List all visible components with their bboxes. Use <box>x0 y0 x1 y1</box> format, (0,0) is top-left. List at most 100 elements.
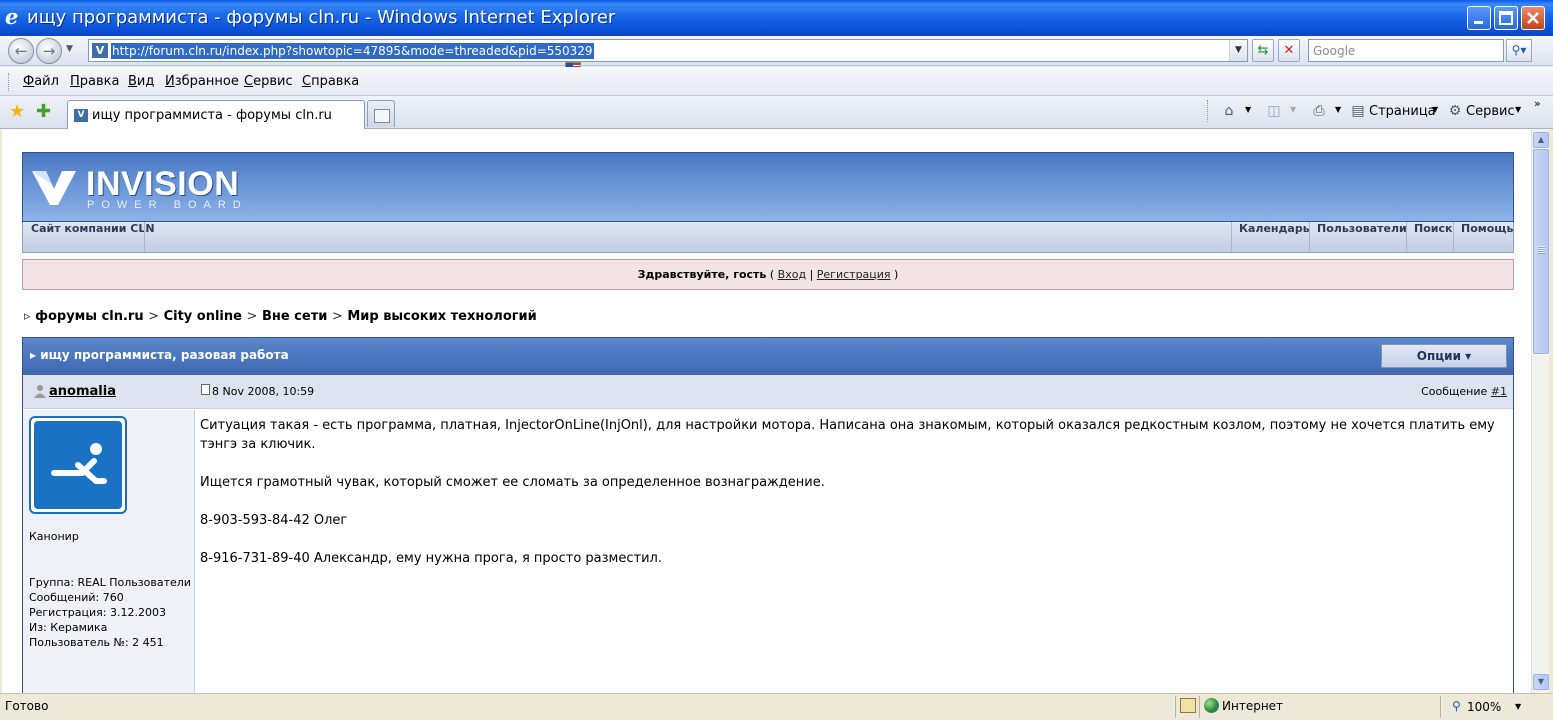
arrow-left-icon: ← <box>14 42 28 60</box>
paren-open: ( <box>769 268 775 281</box>
scroll-down-icon[interactable]: ▼ <box>1533 674 1549 690</box>
back-button[interactable]: ← <box>8 38 34 64</box>
page-menu[interactable]: Страница <box>1369 104 1436 119</box>
forward-button[interactable]: → <box>36 38 62 64</box>
home-icon[interactable]: ⌂ <box>1221 103 1237 119</box>
menu-view[interactable]: Вид <box>128 74 154 89</box>
nav-cln-site-link[interactable]: Сайт компании CLN <box>25 222 161 252</box>
search-button[interactable]: ⚲▾ <box>1506 39 1532 62</box>
ie-logo-icon: e <box>5 4 19 29</box>
nav-divider <box>1453 222 1454 252</box>
page-content: INVISION POWER BOARD Сайт компании CLN К… <box>0 129 1531 693</box>
topic-title: ▸ ищу программиста, разовая работа <box>30 348 289 362</box>
nav-help-link[interactable]: Помощь <box>1455 222 1519 252</box>
tools-menu[interactable]: Сервис <box>1466 104 1515 119</box>
add-favorite-icon[interactable]: ✚ <box>36 101 51 122</box>
rss-feed-icon[interactable]: ◫ <box>1266 103 1282 119</box>
close-button[interactable] <box>1521 6 1545 30</box>
login-link[interactable]: Вход <box>778 268 806 281</box>
tab-favicon-icon: V <box>74 109 88 122</box>
menu-tools[interactable]: Сервис <box>244 74 293 89</box>
address-field[interactable]: V http://forum.cln.ru/index.php?showtopi… <box>88 39 1248 62</box>
post-author[interactable]: anomalia <box>49 384 116 399</box>
logo-subtext: POWER BOARD <box>87 199 248 211</box>
avatar-figure-icon <box>51 443 107 484</box>
scroll-up-icon[interactable]: ▲ <box>1533 132 1549 148</box>
scroll-thumb[interactable] <box>1533 149 1549 354</box>
maximize-button[interactable] <box>1494 6 1518 30</box>
breadcrumb-hitech[interactable]: Мир высоких технологий <box>347 309 536 324</box>
post-date: 8 Nov 2008, 10:59 <box>212 385 315 398</box>
user-details: Группа: REAL Пользователи Сообщений: 760… <box>29 575 191 650</box>
user-info-column: Канонир Группа: REAL Пользователи Сообще… <box>23 410 195 693</box>
site-favicon-icon: V <box>92 43 108 58</box>
forum-header: INVISION POWER BOARD <box>22 152 1514 222</box>
globe-icon <box>1204 698 1219 713</box>
home-dropdown-icon[interactable]: ▼ <box>1245 105 1251 114</box>
post-number-link[interactable]: #1 <box>1491 385 1507 398</box>
zoom-icon: ⚲ <box>1452 699 1461 713</box>
menu-favorites[interactable]: Избранное <box>165 74 239 89</box>
page-dropdown-icon[interactable]: ▼ <box>1432 105 1438 114</box>
menu-help[interactable]: Справка <box>302 74 359 89</box>
nav-search-link[interactable]: Поиск <box>1408 222 1458 252</box>
user-messages: Сообщений: 760 <box>29 591 124 604</box>
tab-bar: ★ ✚ V ищу программиста - форумы cln.ru ⌂… <box>0 96 1553 129</box>
welcome-divider: | <box>809 268 814 281</box>
post-paragraph: Ищется грамотный чувак, который сможет е… <box>200 475 825 490</box>
arrow-right-icon: → <box>42 42 56 60</box>
status-divider <box>1440 696 1441 718</box>
breadcrumb-city-online[interactable]: City online <box>164 309 242 324</box>
post-paragraph: 8-903-593-84-42 Олег <box>200 513 348 528</box>
status-bar: Готово Интернет ⚲ 100% ▼ <box>0 693 1553 720</box>
print-dropdown-icon[interactable]: ▼ <box>1335 105 1341 114</box>
menu-edit[interactable]: Правка <box>70 74 119 89</box>
zoom-dropdown-icon[interactable]: ▼ <box>1515 702 1521 711</box>
user-group: Группа: REAL Пользователи <box>29 576 191 589</box>
stop-button[interactable]: ✕ <box>1278 39 1300 62</box>
search-input[interactable]: Google <box>1308 39 1504 62</box>
user-registered: Регистрация: 3.12.2003 <box>29 606 166 619</box>
topic-container: ▸ ищу программиста, разовая работа Опции… <box>22 337 1514 693</box>
history-dropdown-icon[interactable]: ▼ <box>66 44 73 54</box>
breadcrumb-sep: > <box>331 309 343 324</box>
search-placeholder: Google <box>1313 44 1356 58</box>
breadcrumb-triangle-icon: ▹ <box>24 309 31 324</box>
nav-users-link[interactable]: Пользователи <box>1311 222 1413 252</box>
zoom-level[interactable]: 100% <box>1467 700 1501 714</box>
print-icon[interactable]: ⎙ <box>1311 103 1327 119</box>
breadcrumb-offline[interactable]: Вне сети <box>262 309 327 324</box>
favorites-star-icon[interactable]: ★ <box>9 101 25 122</box>
invision-logo-icon <box>32 171 76 205</box>
forum-nav: Сайт компании CLN Календарь Пользователи… <box>22 222 1514 253</box>
toolbar-grip[interactable] <box>8 73 11 91</box>
vertical-scrollbar[interactable]: ▲ ▼ <box>1531 129 1549 693</box>
page-icon: ▤ <box>1351 103 1365 119</box>
avatar <box>29 416 127 514</box>
welcome-bar: Здравствуйте, гость ( Вход | Регистрация… <box>22 259 1514 290</box>
post-paragraph: 8-916-731-89-40 Александр, ему нужна про… <box>200 551 662 566</box>
window-title: ищу программиста - форумы cln.ru - Windo… <box>27 7 616 28</box>
options-dropdown-icon: ▾ <box>1461 349 1472 363</box>
chevron-more-icon[interactable]: » <box>1534 97 1541 110</box>
tools-dropdown-icon[interactable]: ▼ <box>1515 105 1521 114</box>
title-bar[interactable]: e ищу программиста - форумы cln.ru - Win… <box>0 0 1553 36</box>
breadcrumb-sep: > <box>246 309 258 324</box>
toolbar-separator <box>1207 100 1210 122</box>
address-dropdown-icon[interactable]: ▼ <box>1229 40 1247 61</box>
minimize-button[interactable] <box>1467 6 1491 30</box>
refresh-button[interactable]: ⇆ <box>1252 39 1274 62</box>
nav-calendar-link[interactable]: Календарь <box>1233 222 1316 252</box>
rss-dropdown-icon[interactable]: ▼ <box>1290 105 1296 114</box>
breadcrumb-forum-home[interactable]: форумы cln.ru <box>35 309 144 324</box>
register-link[interactable]: Регистрация <box>817 268 891 281</box>
nav-divider <box>1231 222 1232 252</box>
options-button[interactable]: Опции ▾ <box>1381 344 1507 368</box>
address-url[interactable]: http://forum.cln.ru/index.php?showtopic=… <box>111 43 594 59</box>
tab-active[interactable]: V ищу программиста - форумы cln.ru <box>67 100 365 129</box>
status-divider <box>1199 696 1200 718</box>
menu-file[interactable]: Файл <box>23 74 59 89</box>
address-toolbar: ← → ▼ V http://forum.cln.ru/index.php?sh… <box>0 36 1553 66</box>
search-icon: ⚲▾ <box>1511 43 1527 57</box>
new-tab-button[interactable] <box>367 100 395 127</box>
